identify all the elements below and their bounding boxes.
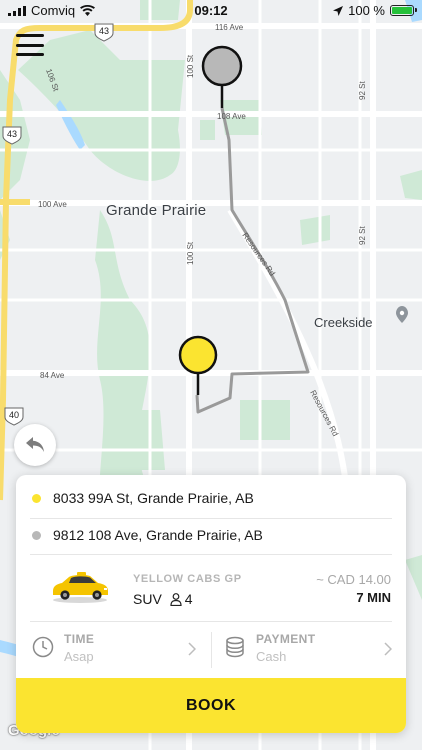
undo-arrow-icon [26,437,44,452]
svg-text:92 St: 92 St [358,226,367,245]
dropoff-address-row[interactable]: 9812 108 Ave, Grande Prairie, AB [16,516,406,554]
place-label: Creekside [314,315,373,330]
svg-text:40: 40 [9,410,19,420]
person-icon [170,592,182,606]
svg-text:116 Ave: 116 Ave [215,23,244,32]
svg-text:100 Ave: 100 Ave [38,200,67,209]
svg-text:84 Ave: 84 Ave [40,371,65,380]
car-info: SUV 4 [133,591,193,607]
dropoff-dot-icon [32,530,41,540]
pickup-dot-icon [32,493,41,503]
payment-label: PAYMENT [256,632,316,646]
dropoff-address: 9812 108 Ave, Grande Prairie, AB [53,527,263,543]
status-bar: Comviq 09:12 100 % [0,0,422,22]
pickup-address: 8033 99A St, Grande Prairie, AB [53,490,254,506]
battery-icon [390,5,417,16]
seat-count: 4 [170,591,193,607]
book-button[interactable]: BOOK [16,678,406,733]
options-divider [211,632,212,668]
booking-options: TIME Asap PAYMENT Cash [16,630,406,670]
battery-percent: 100 % [348,3,385,18]
city-label: Grande Prairie [106,202,207,219]
time-value: Asap [64,649,94,664]
company-name: YELLOW CABS GP [133,573,242,585]
svg-text:100 St: 100 St [186,241,195,265]
svg-text:43: 43 [99,26,109,36]
booking-card: 8033 99A St, Grande Prairie, AB 9812 108… [16,475,406,733]
time-label: TIME [64,632,95,646]
time-option[interactable]: TIME Asap [32,630,202,670]
status-right: 100 % [333,3,417,18]
svg-text:43: 43 [7,129,17,139]
menu-icon[interactable] [16,34,44,56]
svg-text:108 Ave: 108 Ave [217,112,246,121]
divider [30,554,392,555]
vehicle-option[interactable]: YELLOW CABS GP SUV 4 ~ CAD 14.00 7 MIN [16,563,406,619]
payment-value: Cash [256,649,287,664]
battery-level [392,7,412,14]
car-type: SUV [133,591,162,607]
back-button[interactable] [14,424,56,466]
taxi-car-icon [53,572,108,603]
svg-text:92 St: 92 St [358,81,367,100]
trip-duration: 7 MIN [356,590,391,605]
pickup-address-row[interactable]: 8033 99A St, Grande Prairie, AB [16,479,406,517]
svg-text:100 St: 100 St [186,54,195,78]
seat-number: 4 [184,591,193,607]
clock-icon [32,636,54,658]
payment-option[interactable]: PAYMENT Cash [224,630,394,670]
chevron-right-icon [188,642,196,656]
price-estimate: ~ CAD 14.00 [316,572,391,587]
divider [30,621,392,622]
chevron-right-icon [384,642,392,656]
coins-icon [226,636,244,658]
location-arrow-icon [333,5,344,16]
